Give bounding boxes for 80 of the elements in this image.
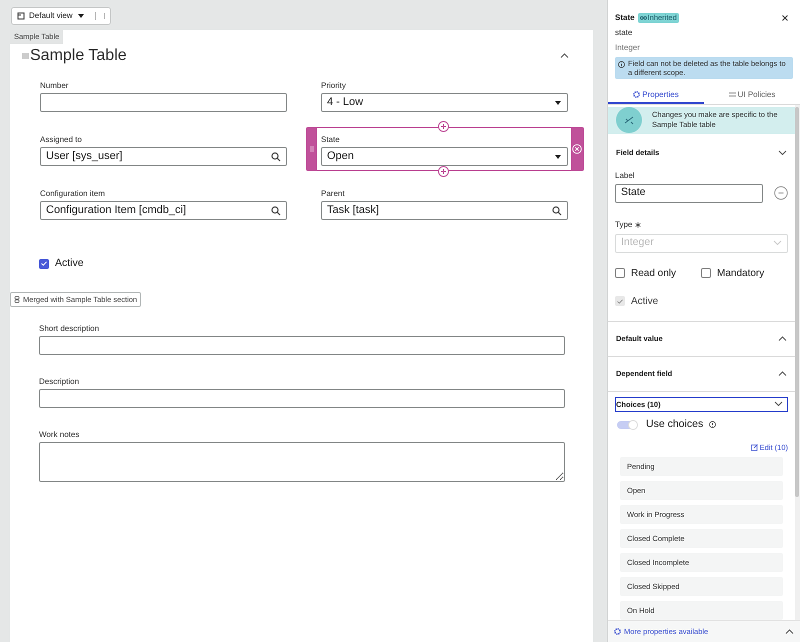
layout-icon: [17, 12, 25, 20]
panel-tab[interactable]: Properties: [608, 87, 704, 104]
input-field[interactable]: State: [615, 184, 763, 203]
select-field[interactable]: 4 - Low: [321, 93, 568, 112]
field-label: Description: [39, 376, 80, 387]
search-icon: [271, 152, 281, 162]
checkbox[interactable]: [615, 268, 625, 278]
caret-icon: [554, 154, 562, 160]
checkbox-label: Read only: [631, 266, 676, 281]
form-field[interactable]: Configuration item Configuration Item [cmdb_ci]: [25, 181, 303, 225]
field-label: Number: [40, 81, 70, 91]
toggle-label: Use choices: [646, 417, 704, 432]
form-field[interactable]: Assigned to User [sys_user]: [25, 127, 303, 171]
input-field[interactable]: User [sys_user]: [40, 147, 287, 166]
field-label: Priority: [321, 81, 347, 91]
close-button[interactable]: [782, 14, 790, 22]
plus-icon: [438, 166, 449, 177]
input-field[interactable]: Configuration Item [cmdb_ci]: [40, 201, 287, 220]
checkbox-label: Mandatory: [717, 266, 764, 281]
input-field[interactable]: Task [task]: [321, 201, 568, 220]
field-label: State: [321, 135, 341, 145]
grip-icon: [310, 146, 314, 152]
scrollbar-thumb[interactable]: [795, 107, 799, 497]
field-label: Label: [615, 170, 636, 182]
search-icon: [552, 206, 562, 216]
field-label: Assigned to: [40, 135, 83, 145]
field-label: Type: [615, 218, 632, 231]
select-field[interactable]: Open: [321, 147, 568, 166]
close-icon: [782, 15, 788, 21]
view-selector[interactable]: Default view: [29, 10, 85, 22]
panel-tab[interactable]: UI Policies: [704, 87, 800, 104]
collapse-icon: [560, 53, 569, 59]
checkbox[interactable]: [701, 268, 711, 278]
edit-icon: [750, 444, 758, 451]
form-field[interactable]: Number: [25, 73, 303, 117]
chevron-down-icon: [774, 401, 783, 408]
chevron-up-icon: [778, 370, 787, 377]
close-icon: [572, 144, 582, 154]
field-name: state: [615, 27, 634, 39]
caret-icon: [76, 13, 85, 19]
field-label: Configuration item: [40, 189, 106, 199]
form-field[interactable]: Priority 4 - Low: [306, 73, 584, 117]
drag-handle[interactable]: [307, 128, 317, 170]
panel-title: State: [615, 12, 635, 24]
chevron-down-icon: [773, 240, 782, 246]
plus-icon: [438, 121, 449, 132]
field-label: Short description: [39, 324, 100, 334]
text-area[interactable]: [39, 442, 565, 482]
merge-icon: [14, 296, 20, 303]
remove-button[interactable]: [571, 128, 583, 170]
remove-button[interactable]: [774, 186, 788, 200]
input-field[interactable]: [39, 336, 565, 355]
check-icon: [41, 261, 47, 266]
caret-icon: [554, 100, 562, 106]
checkbox-label: Active: [55, 256, 84, 271]
minus-circle-icon: [774, 186, 788, 200]
drag-handle-icon: [22, 53, 29, 59]
check-icon: [617, 298, 623, 304]
info-icon: [709, 421, 716, 428]
add-field-button[interactable]: [438, 121, 449, 132]
link-icon: [640, 16, 647, 20]
form-field[interactable]: State Open: [306, 127, 584, 171]
search-icon: [271, 206, 281, 216]
required-icon: [635, 222, 642, 228]
toggle-switch[interactable]: [617, 420, 637, 429]
input-field[interactable]: [40, 93, 287, 112]
chevron-up-icon: [785, 628, 794, 634]
info-icon: [618, 61, 625, 68]
chevron-up-icon: [778, 336, 787, 342]
field-type: Integer: [615, 42, 641, 54]
field-label: Work notes: [39, 430, 80, 440]
form-field[interactable]: Parent Task [task]: [306, 181, 584, 225]
field-label: Parent: [321, 189, 346, 199]
checkbox-label: Active: [631, 294, 658, 309]
sliders-icon: [728, 92, 736, 97]
checkbox[interactable]: [39, 258, 49, 269]
section-title: Sample Table: [30, 46, 127, 66]
input-field[interactable]: [39, 388, 565, 408]
chevron-down-icon: [778, 150, 787, 156]
add-field-button[interactable]: [438, 166, 449, 177]
